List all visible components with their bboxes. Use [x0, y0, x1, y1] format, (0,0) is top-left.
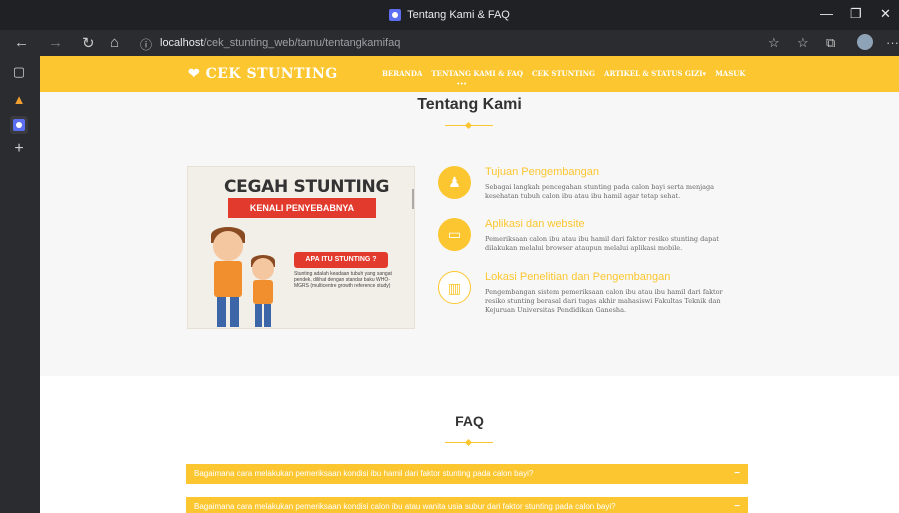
browser-toolbar: ← → ↻ ⌂ ⓘ localhost/cek_stunting_web/tam…	[0, 30, 899, 56]
nav-artikel-status-gizi[interactable]: ARTIKEL & STATUS GIZI▾	[604, 69, 706, 78]
url-host: localhost	[160, 37, 204, 49]
read-aloud-icon[interactable]: ☆	[768, 35, 780, 51]
more-menu-icon[interactable]: ···	[886, 35, 899, 50]
kid-short-leg	[264, 304, 271, 327]
maximize-button[interactable]: ❐	[850, 6, 862, 22]
feature-desc: Pengembangan sistem pemeriksaan calon ib…	[485, 288, 723, 314]
main-nav: BERANDA TENTANG KAMI & FAQ CEK STUNTING …	[382, 69, 746, 78]
vertical-tabs-sidebar: ▢ ▲ +	[0, 56, 40, 513]
site-header: ❤ CEK STUNTING BERANDA TENTANG KAMI & FA…	[40, 56, 899, 92]
feature-title: Tujuan Pengembangan	[485, 166, 599, 178]
site-info-icon[interactable]: ⓘ	[140, 36, 152, 53]
feature-title: Aplikasi dan website	[485, 218, 585, 230]
kid-tall-leg	[230, 297, 239, 327]
kid-short-head	[252, 258, 274, 280]
active-tab-icon[interactable]	[10, 116, 28, 134]
logo-text: CEK STUNTING	[205, 66, 338, 82]
faq-question[interactable]: Bagaimana cara melakukan pemeriksaan kon…	[186, 464, 748, 484]
feature-desc: Sebagai langkah pencegahan stunting pada…	[485, 183, 715, 200]
about-section: Tentang Kami CEGAH STUNTING KENALI PENYE…	[40, 92, 899, 376]
collapse-toggle-icon[interactable]: −	[734, 464, 740, 484]
refresh-icon[interactable]: ↻	[82, 34, 95, 52]
web-page: ❤ CEK STUNTING BERANDA TENTANG KAMI & FA…	[40, 56, 899, 513]
faq-question[interactable]: Bagaimana cara melakukan pemeriksaan kon…	[186, 497, 748, 513]
faq-title: FAQ	[455, 413, 484, 429]
kid-short-body	[253, 280, 273, 304]
tab-favicon-icon[interactable]: ▲	[10, 92, 28, 110]
kid-short-leg	[255, 304, 262, 327]
site-logo[interactable]: ❤ CEK STUNTING	[188, 66, 338, 82]
browser-titlebar: Tentang Kami & FAQ — ❐ ✕	[0, 0, 899, 30]
profile-avatar[interactable]	[857, 34, 873, 50]
poster-badge: APA ITU STUNTING ?	[294, 252, 388, 268]
nav-cek-stunting[interactable]: CEK STUNTING	[532, 69, 595, 78]
collections-icon[interactable]: ⧉	[826, 35, 835, 51]
faq-question-text: Bagaimana cara melakukan pemeriksaan kon…	[194, 502, 616, 511]
about-divider	[445, 121, 493, 130]
window-title: Tentang Kami & FAQ	[0, 9, 899, 21]
faq-question-text: Bagaimana cara melakukan pemeriksaan kon…	[194, 469, 534, 478]
feature-title: Lokasi Penelitian dan Pengembangan	[485, 271, 671, 283]
minimize-button[interactable]: —	[820, 6, 833, 21]
poster-title: CEGAH STUNTING	[224, 177, 390, 197]
poster-text: Stunting adalah keadaan tubuh yang sanga…	[294, 271, 392, 289]
about-title: Tentang Kami	[417, 96, 522, 113]
laptop-icon: ▭	[438, 218, 471, 251]
collapse-toggle-icon[interactable]: −	[734, 497, 740, 513]
kid-tall-leg	[217, 297, 226, 327]
nav-masuk[interactable]: MASUK	[715, 69, 745, 78]
favorites-icon[interactable]: ☆	[797, 35, 809, 51]
nav-tentang-kami-faq[interactable]: TENTANG KAMI & FAQ	[431, 69, 523, 78]
poster-scrollbar	[412, 189, 414, 209]
active-nav-indicator: •••	[457, 81, 468, 88]
tab-title-text: Tentang Kami & FAQ	[407, 9, 510, 21]
faq-divider	[445, 438, 493, 447]
new-tab-icon[interactable]: +	[10, 140, 28, 158]
nav-beranda[interactable]: BERANDA	[382, 69, 422, 78]
heart-icon: ❤	[188, 66, 201, 82]
poster-subtitle: KENALI PENYEBABNYA	[228, 198, 376, 218]
kid-tall-head	[213, 231, 243, 261]
forward-icon[interactable]: →	[48, 34, 63, 51]
feature-desc: Pemeriksaan calon ibu atau ibu hamil dar…	[485, 235, 719, 252]
site-favicon-icon	[389, 9, 402, 21]
kid-tall-body	[214, 261, 242, 297]
stunting-poster-image: CEGAH STUNTING KENALI PENYEBABNYA APA IT…	[187, 166, 415, 329]
tab-panel-icon[interactable]: ▢	[10, 64, 28, 82]
back-icon[interactable]: ←	[14, 34, 29, 51]
building-icon: ▥	[438, 271, 471, 304]
address-input[interactable]: localhost/cek_stunting_web/tamu/tentangk…	[160, 37, 400, 49]
close-button[interactable]: ✕	[880, 6, 891, 22]
url-path: /cek_stunting_web/tamu/tentangkamifaq	[203, 37, 401, 49]
person-icon: ♟	[438, 166, 471, 199]
home-icon[interactable]: ⌂	[110, 34, 119, 51]
